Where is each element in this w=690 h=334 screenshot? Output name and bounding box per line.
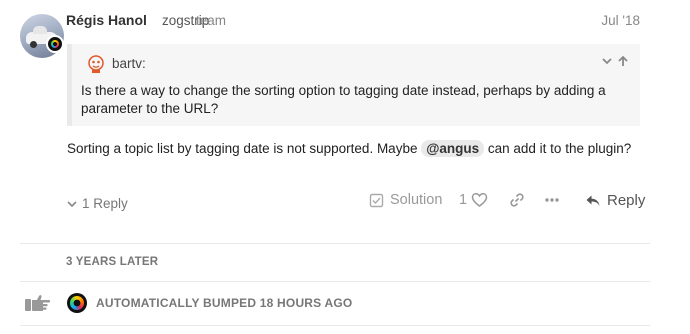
reply-arrow-icon <box>586 195 600 206</box>
share-link-button[interactable] <box>509 192 525 208</box>
post-body-text: Sorting a topic list by tagging date is … <box>67 141 422 156</box>
solution-label: Solution <box>390 192 443 208</box>
post-divider <box>20 243 650 244</box>
user-flair-icon <box>46 35 64 53</box>
bump-label: AUTOMATICALLY BUMPED 18 HOURS AGO <box>96 296 353 310</box>
chevron-down-icon[interactable] <box>600 54 614 68</box>
time-gap-label: 3 YEARS LATER <box>66 256 159 268</box>
reply-label: Reply <box>607 192 646 209</box>
post-body: Sorting a topic list by tagging date is … <box>67 140 632 157</box>
arrow-up-icon[interactable] <box>616 54 630 68</box>
replies-label: 1 Reply <box>82 196 128 211</box>
gap-divider <box>20 281 650 282</box>
pointing-hand-icon <box>25 295 51 311</box>
bartv-avatar[interactable] <box>86 54 106 74</box>
like-button[interactable]: 1 <box>459 192 488 208</box>
chevron-down-icon <box>67 200 77 207</box>
author-group[interactable]: team <box>196 13 226 28</box>
solution-button[interactable]: Solution <box>369 192 442 208</box>
quote-text: Is there a way to change the sorting opt… <box>81 83 606 116</box>
more-actions-button[interactable] <box>544 192 560 208</box>
like-count[interactable]: 1 <box>459 192 467 208</box>
link-icon <box>510 193 524 207</box>
ellipsis-icon <box>545 198 559 202</box>
checkbox-icon <box>369 193 384 207</box>
system-avatar[interactable] <box>67 293 87 313</box>
quote-block: bartv: Is there a way to change the sort… <box>67 44 640 126</box>
quote-author: bartv: <box>112 56 146 71</box>
post-date[interactable]: Jul '18 <box>601 13 640 28</box>
bottom-divider <box>20 325 650 326</box>
author-name[interactable]: Régis Hanol <box>66 12 147 28</box>
post-body-text-end: can add it to the plugin? <box>484 141 632 156</box>
show-replies-button[interactable]: 1 Reply <box>66 196 128 211</box>
heart-icon <box>471 193 488 207</box>
mention-link[interactable]: @angus <box>421 140 485 157</box>
reply-button[interactable]: Reply <box>585 192 645 209</box>
